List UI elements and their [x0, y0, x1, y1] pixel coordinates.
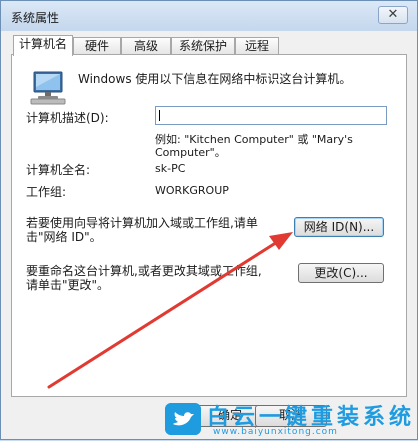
- system-properties-window: 系统属性 ✕ 计算机名 硬件 高级 系统保护 远程 Windows 使用以下信息…: [0, 0, 418, 440]
- change-button[interactable]: 更改(C)...: [298, 263, 384, 283]
- network-id-text-line2: 击"网络 ID"。: [26, 230, 102, 244]
- watermark: 白云一键重装系统 www.baiyunxitong.com: [161, 397, 418, 441]
- computer-name-panel: Windows 使用以下信息在网络中标识这台计算机。 计算机描述(D): 例如:…: [11, 54, 407, 397]
- computer-icon: [30, 71, 66, 105]
- tab-advanced[interactable]: 高级: [121, 37, 171, 55]
- full-name-value: sk-PC: [155, 162, 186, 175]
- title-bar[interactable]: 系统属性 ✕: [1, 1, 417, 31]
- text-caret: [159, 110, 160, 121]
- close-button[interactable]: ✕: [378, 6, 408, 24]
- workgroup-label: 工作组:: [26, 185, 67, 199]
- network-id-button[interactable]: 网络 ID(N)...: [294, 217, 384, 237]
- twitter-bird-icon: [165, 403, 201, 435]
- tab-system-protection[interactable]: 系统保护: [171, 37, 235, 55]
- rename-text-line2: 请单击"更改"。: [26, 278, 110, 292]
- workgroup-value: WORKGROUP: [155, 184, 229, 197]
- tab-computer-name[interactable]: 计算机名: [13, 35, 73, 56]
- tab-hardware[interactable]: 硬件: [73, 37, 121, 55]
- tab-remote[interactable]: 远程: [235, 37, 279, 55]
- description-input[interactable]: [155, 106, 387, 125]
- intro-text: Windows 使用以下信息在网络中标识这台计算机。: [78, 72, 352, 86]
- full-name-label: 计算机全名:: [26, 163, 91, 177]
- window-title: 系统属性: [11, 11, 60, 25]
- example-text-line2: Computer"。: [155, 146, 226, 159]
- description-label: 计算机描述(D):: [26, 111, 109, 125]
- close-icon: ✕: [387, 7, 399, 22]
- watermark-url: www.baiyunxitong.com: [213, 427, 338, 437]
